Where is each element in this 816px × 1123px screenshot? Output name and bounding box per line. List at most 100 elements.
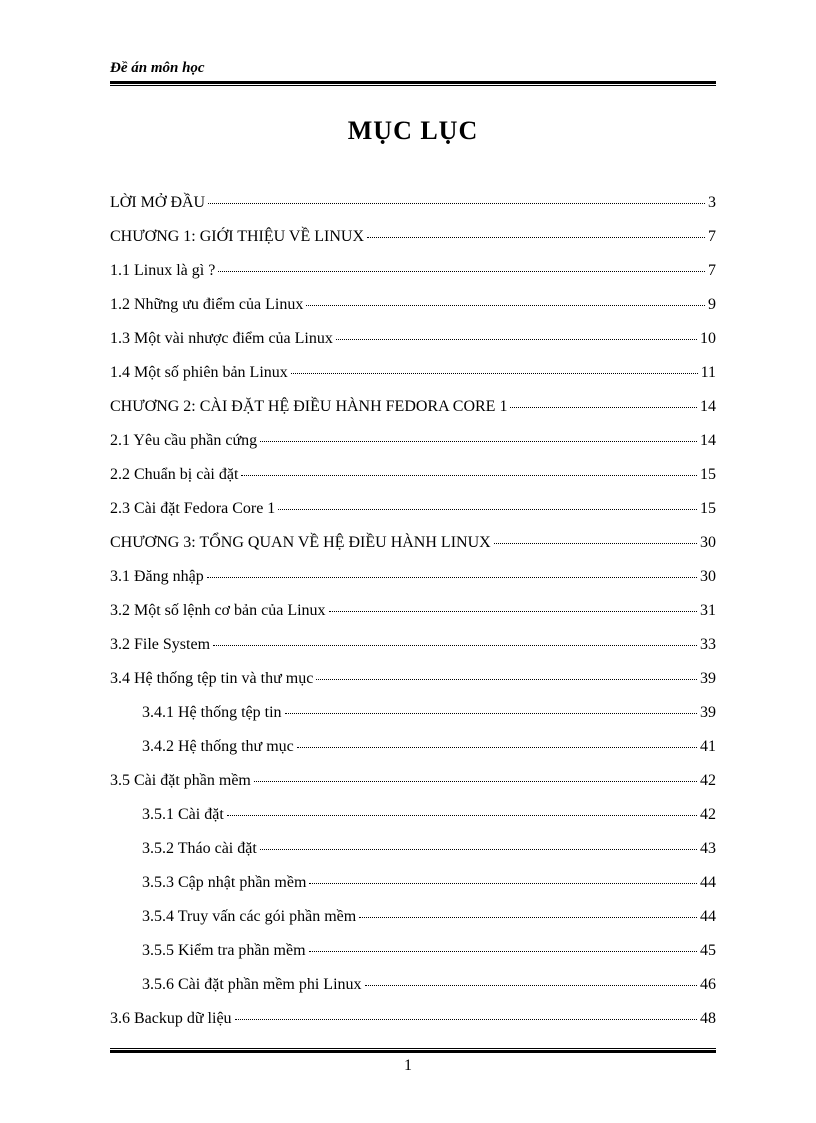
toc-entry-page: 39 [700,670,716,688]
toc-entry: 3.1 Đăng nhập30 [110,568,716,586]
toc-entry-label: 3.5.5 Kiểm tra phần mềm [142,942,306,960]
toc-entry-page: 14 [700,398,716,416]
toc-entry-label: 1.3 Một vài nhược điểm của Linux [110,330,333,348]
toc-leader [291,373,698,374]
toc-leader [285,713,697,714]
toc-entry-page: 33 [700,636,716,654]
toc-entry-page: 30 [700,534,716,552]
toc-entry: 3.4.1 Hệ thống tệp tin 39 [110,704,716,722]
toc-leader [254,781,697,782]
toc-entry-page: 48 [700,1010,716,1028]
table-of-contents: LỜI MỞ ĐẦU 3 CHƯƠNG 1: GIỚI THIỆU VỀ LINUX… [110,194,716,1028]
toc-entry: 3.5.5 Kiểm tra phần mềm 45 [110,942,716,960]
toc-entry-page: 43 [700,840,716,858]
toc-entry: 3.2 Một số lệnh cơ bản của Linux31 [110,602,716,620]
toc-leader [227,815,697,816]
toc-leader [309,883,697,884]
toc-entry: 3.4 Hệ thống tệp tin và thư mục 39 [110,670,716,688]
toc-entry-label: 3.2 File System [110,636,210,654]
toc-entry-page: 42 [700,806,716,824]
toc-entry-label: 3.5 Cài đặt phần mềm [110,772,251,790]
toc-entry-label: CHƯƠNG 3: TỔNG QUAN VỀ HỆ ĐIỀU HÀNH LINU… [110,534,491,552]
toc-entry-page: 7 [708,262,716,280]
toc-entry-page: 7 [708,228,716,246]
toc-entry-page: 9 [708,296,716,314]
toc-entry-page: 46 [700,976,716,994]
toc-entry: 3.5.1 Cài đặt 42 [110,806,716,824]
toc-entry-label: 1.2 Những ưu điểm của Linux [110,296,303,314]
toc-entry: CHƯƠNG 3: TỔNG QUAN VỀ HỆ ĐIỀU HÀNH LINU… [110,534,716,552]
toc-entry-label: 3.6 Backup dữ liệu [110,1010,232,1028]
toc-leader [241,475,697,476]
header-rule [110,81,716,86]
toc-entry-label: 3.5.3 Cập nhật phần mềm [142,874,306,892]
toc-entry: 3.5.3 Cập nhật phần mềm44 [110,874,716,892]
toc-entry: LỜI MỞ ĐẦU 3 [110,194,716,212]
toc-entry: 3.5.4 Truy vấn các gói phần mềm 44 [110,908,716,926]
header-label: Đề án môn học [110,60,716,77]
toc-leader [207,577,697,578]
toc-entry: 2.1 Yêu cầu phần cứng14 [110,432,716,450]
toc-entry-page: 41 [700,738,716,756]
toc-entry-page: 11 [701,364,716,382]
toc-entry-label: CHƯƠNG 2: CÀI ĐẶT HỆ ĐIỀU HÀNH FEDORA CO… [110,398,507,416]
toc-entry-page: 44 [700,908,716,926]
toc-entry: 3.5 Cài đặt phần mềm 42 [110,772,716,790]
page-title: MỤC LỤC [110,116,716,146]
toc-leader [494,543,697,544]
page-number: 1 [0,1057,816,1075]
toc-entry-label: 1.1 Linux là gì ? [110,262,215,280]
toc-entry: 3.2 File System 33 [110,636,716,654]
toc-entry-label: 3.5.6 Cài đặt phần mềm phi Linux [142,976,362,994]
toc-entry-label: 3.5.4 Truy vấn các gói phần mềm [142,908,356,926]
toc-leader [316,679,697,680]
toc-entry: 1.2 Những ưu điểm của Linux 9 [110,296,716,314]
toc-entry-label: 2.1 Yêu cầu phần cứng [110,432,257,450]
toc-leader [260,441,697,442]
toc-entry-page: 45 [700,942,716,960]
toc-entry-label: CHƯƠNG 1: GIỚI THIỆU VỀ LINUX [110,228,364,246]
toc-entry-label: 3.4 Hệ thống tệp tin và thư mục [110,670,313,688]
toc-entry-label: 3.5.2 Tháo cài đặt [142,840,257,858]
toc-entry-label: 2.2 Chuẩn bị cài đặt [110,466,238,484]
toc-leader [365,985,697,986]
toc-entry: 1.3 Một vài nhược điểm của Linux 10 [110,330,716,348]
toc-leader [329,611,697,612]
toc-entry-page: 30 [700,568,716,586]
toc-leader [260,849,697,850]
toc-entry-label: 3.2 Một số lệnh cơ bản của Linux [110,602,326,620]
footer-rule [110,1048,716,1053]
toc-leader [218,271,705,272]
toc-leader [367,237,705,238]
toc-leader [235,1019,697,1020]
toc-leader [297,747,697,748]
toc-entry: 2.2 Chuẩn bị cài đặt15 [110,466,716,484]
toc-entry: 1.4 Một số phiên bản Linux 11 [110,364,716,382]
toc-entry-page: 42 [700,772,716,790]
toc-leader [208,203,705,204]
toc-leader [213,645,697,646]
toc-entry: 3.5.6 Cài đặt phần mềm phi Linux 46 [110,976,716,994]
toc-entry: 3.4.2 Hệ thống thư mục41 [110,738,716,756]
toc-entry: CHƯƠNG 1: GIỚI THIỆU VỀ LINUX 7 [110,228,716,246]
toc-entry: CHƯƠNG 2: CÀI ĐẶT HỆ ĐIỀU HÀNH FEDORA CO… [110,398,716,416]
toc-entry-page: 10 [700,330,716,348]
toc-leader [309,951,697,952]
toc-leader [336,339,697,340]
toc-entry-label: 3.5.1 Cài đặt [142,806,224,824]
toc-leader [359,917,697,918]
toc-leader [510,407,697,408]
toc-entry: 3.6 Backup dữ liệu 48 [110,1010,716,1028]
toc-entry-label: 2.3 Cài đặt Fedora Core 1 [110,500,275,518]
toc-entry: 1.1 Linux là gì ? 7 [110,262,716,280]
toc-entry-page: 15 [700,500,716,518]
toc-entry-page: 39 [700,704,716,722]
toc-entry-label: LỜI MỞ ĐẦU [110,194,205,212]
toc-entry-label: 3.4.1 Hệ thống tệp tin [142,704,282,722]
toc-leader [278,509,697,510]
toc-entry: 3.5.2 Tháo cài đặt 43 [110,840,716,858]
toc-entry-page: 3 [708,194,716,212]
toc-entry-label: 1.4 Một số phiên bản Linux [110,364,288,382]
toc-leader [306,305,705,306]
toc-entry: 2.3 Cài đặt Fedora Core 1 15 [110,500,716,518]
